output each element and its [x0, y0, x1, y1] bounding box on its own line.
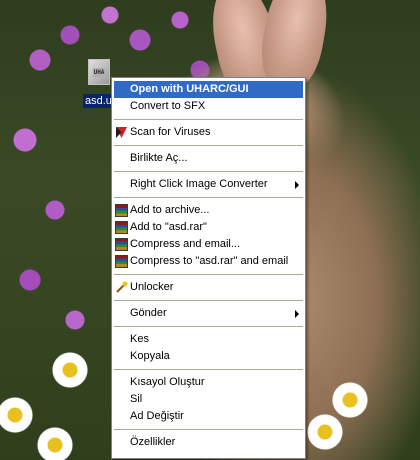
menu-item-label: Convert to SFX	[130, 100, 206, 112]
desktop-file-icon[interactable]: UHA asd.u	[83, 59, 114, 108]
desktop-file-label[interactable]: asd.u	[83, 94, 114, 108]
menu-item-label: Add to "asd.rar"	[130, 221, 207, 233]
menu-item-scan-for-viruses[interactable]: Scan for Viruses	[112, 124, 305, 141]
menu-item-label: Open with UHARC/GUI	[130, 83, 249, 95]
submenu-arrow-icon	[295, 310, 299, 318]
unlocker-wand-icon	[116, 281, 128, 293]
menu-separator	[114, 119, 303, 120]
daisy-flower	[330, 380, 370, 420]
uharc-file-icon: UHA	[88, 59, 110, 85]
menu-item-kes[interactable]: Kes	[112, 331, 305, 348]
winrar-icon	[115, 238, 128, 251]
daisy-flower	[0, 395, 35, 435]
menu-item-label: Gönder	[130, 307, 167, 319]
menu-item-label: Compress and email...	[130, 238, 241, 250]
winrar-icon	[115, 204, 128, 217]
menu-item-compress-to-asd-rar-and-email[interactable]: Compress to "asd.rar" and email	[112, 253, 305, 270]
menu-item-label: Kopyala	[130, 350, 170, 362]
winrar-icon	[115, 221, 128, 234]
daisy-flower	[50, 350, 90, 390]
menu-item-label: Birlikte Aç...	[130, 152, 188, 164]
menu-separator	[114, 429, 303, 430]
menu-item-label: Özellikler	[130, 436, 176, 448]
menu-item-kopyala[interactable]: Kopyala	[112, 348, 305, 365]
submenu-arrow-icon	[295, 181, 299, 189]
daisy-flower	[305, 412, 345, 452]
menu-item-unlocker[interactable]: Unlocker	[112, 279, 305, 296]
menu-item-label: Unlocker	[130, 281, 174, 293]
menu-item-birlikte-ac[interactable]: Birlikte Aç...	[112, 150, 305, 167]
menu-item-sil[interactable]: Sil	[112, 391, 305, 408]
file-icon-glyph: UHA	[92, 67, 106, 77]
menu-separator	[114, 171, 303, 172]
menu-separator	[114, 326, 303, 327]
menu-item-gonder[interactable]: Gönder	[112, 305, 305, 322]
menu-item-add-to-archive[interactable]: Add to archive...	[112, 202, 305, 219]
antivirus-icon	[116, 127, 127, 138]
menu-item-ozellikler[interactable]: Özellikler	[112, 434, 305, 451]
menu-item-label: Right Click Image Converter	[130, 178, 268, 190]
menu-separator	[114, 369, 303, 370]
menu-item-open-with-uharc[interactable]: Open with UHARC/GUI	[114, 81, 303, 98]
menu-item-label: Ad Değiştir	[130, 410, 184, 422]
menu-item-kisayol-olustur[interactable]: Kısayol Oluştur	[112, 374, 305, 391]
menu-item-label: Compress to "asd.rar" and email	[130, 255, 289, 267]
menu-item-right-click-image-converter[interactable]: Right Click Image Converter	[112, 176, 305, 193]
menu-item-add-to-asd-rar[interactable]: Add to "asd.rar"	[112, 219, 305, 236]
menu-separator	[114, 274, 303, 275]
menu-item-label: Add to archive...	[130, 204, 210, 216]
menu-item-convert-to-sfx[interactable]: Convert to SFX	[112, 98, 305, 115]
menu-item-label: Kısayol Oluştur	[130, 376, 205, 388]
context-menu: Open with UHARC/GUI Convert to SFX Scan …	[111, 77, 306, 459]
menu-item-ad-degistir[interactable]: Ad Değiştir	[112, 408, 305, 425]
menu-item-label: Scan for Viruses	[130, 126, 211, 138]
menu-separator	[114, 300, 303, 301]
daisy-flower	[35, 425, 75, 460]
menu-separator	[114, 197, 303, 198]
menu-item-compress-and-email[interactable]: Compress and email...	[112, 236, 305, 253]
menu-item-label: Kes	[130, 333, 149, 345]
menu-separator	[114, 145, 303, 146]
winrar-icon	[115, 255, 128, 268]
menu-item-label: Sil	[130, 393, 143, 405]
